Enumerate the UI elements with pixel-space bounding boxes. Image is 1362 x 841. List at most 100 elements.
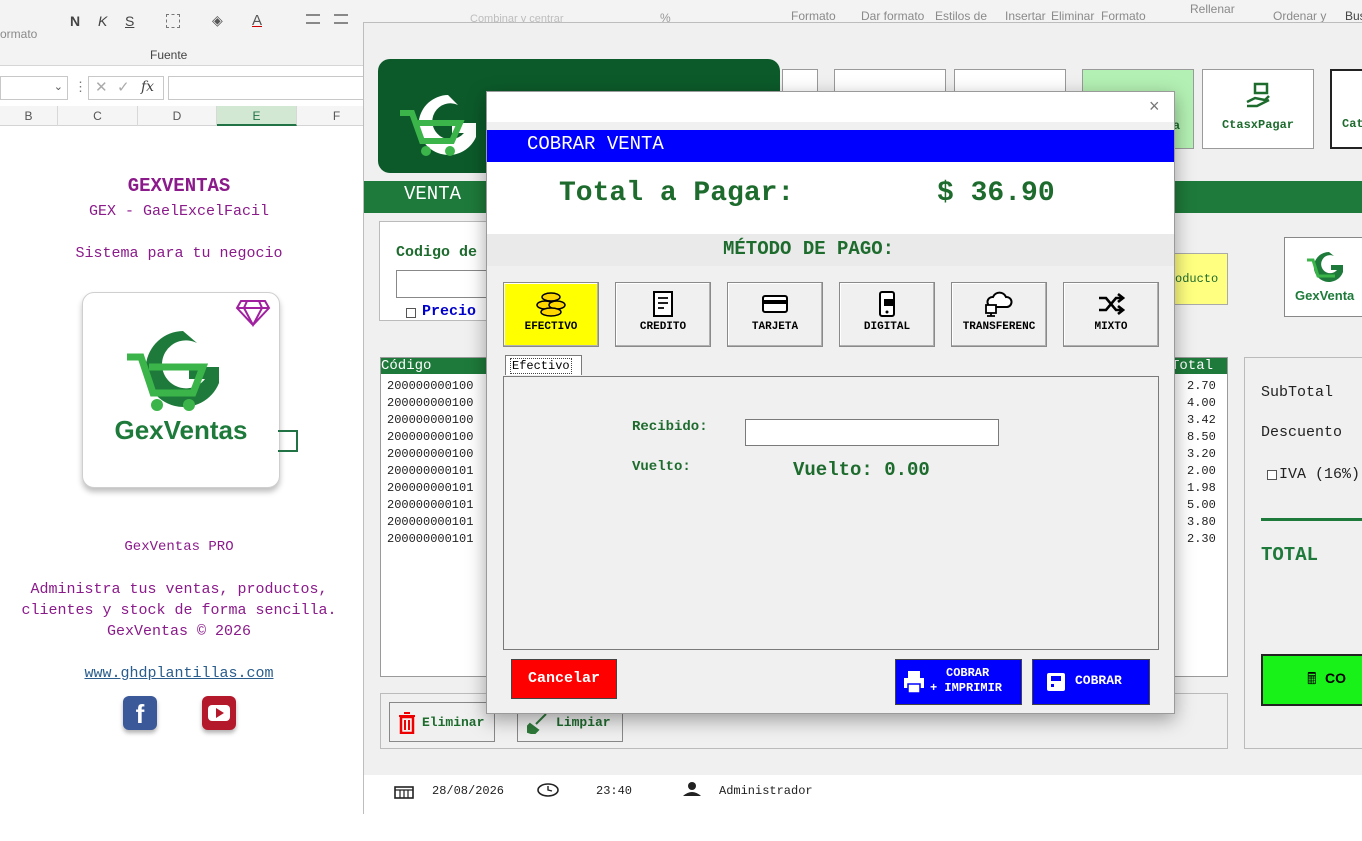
sheet-tagline: Sistema para tu negocio [75, 245, 283, 262]
name-box[interactable]: ⌄ [0, 76, 68, 100]
method-efectivo-button[interactable]: EFECTIVO [503, 282, 599, 347]
insert-function-button[interactable]: fx [141, 79, 154, 95]
small-logo: GexVenta [1284, 237, 1362, 317]
fill-button[interactable]: Rellenar [1190, 2, 1235, 16]
more-icon: ⋮ [74, 79, 87, 94]
font-color-icon[interactable]: A [252, 12, 262, 29]
gexventas-logo: GexVentas [82, 292, 280, 488]
method-label: MIXTO [1094, 321, 1128, 333]
receipt-icon [653, 291, 673, 317]
user-icon [683, 782, 701, 796]
sheet-title: GEXVENTAS [127, 175, 231, 197]
ctasxpagar-button[interactable]: CtasxPagar [1202, 69, 1314, 149]
descuento-label: Descuento [1261, 424, 1343, 441]
underline-button[interactable]: S [125, 13, 134, 29]
method-label: DIGITAL [863, 321, 911, 333]
tab-efectivo[interactable]: Efectivo [505, 355, 582, 375]
header-total: Total [1171, 358, 1214, 374]
method-tarjeta-button[interactable]: TARJETA [727, 282, 823, 347]
table-row[interactable]: 200000000101 [387, 497, 473, 514]
subtotal-label: SubTotal [1261, 384, 1334, 401]
cell-styles-button[interactable]: Estilos de [935, 9, 987, 23]
product-entry-panel: Codigo de Precio [379, 221, 500, 321]
method-transferencia-button[interactable]: TRANSFERENC [951, 282, 1047, 347]
cobrar-imprimir-button[interactable]: COBRAR + IMPRIMIR [895, 659, 1022, 705]
table-row[interactable]: 200000000101 [387, 463, 473, 480]
borders-icon[interactable] [166, 14, 180, 28]
cobrar-button[interactable]: COBRAR [1032, 659, 1150, 705]
ctasxpagar-label: CtasxPagar [1221, 118, 1294, 132]
printer-icon [904, 671, 924, 694]
table-cell-total: 3.80 [1187, 515, 1216, 529]
cobrar-main-button[interactable]: 🖩 CO [1261, 654, 1362, 706]
iva-label: IVA (16%) [1279, 466, 1361, 483]
calendar-icon [394, 786, 414, 799]
facebook-icon[interactable]: f [123, 696, 157, 730]
status-date: 28/08/2026 [432, 784, 505, 798]
dialog-header: × [487, 92, 1174, 122]
table-row[interactable]: 200000000100 [387, 378, 473, 395]
total-label: TOTAL [1261, 544, 1319, 566]
align-left-icon[interactable] [306, 14, 320, 24]
align-center-icon[interactable] [334, 14, 348, 24]
precio-checkbox[interactable] [406, 308, 416, 318]
cancel-entry-icon[interactable]: ✕ [95, 78, 108, 96]
delete-button[interactable]: Eliminar [1051, 9, 1094, 23]
format-as-table-button[interactable]: Dar formato [861, 9, 924, 23]
logo-text: GexVentas [114, 415, 248, 445]
formula-actions: ✕ ✓ fx [88, 76, 164, 100]
font-group-label: Fuente [150, 48, 188, 62]
column-header[interactable]: C [58, 106, 138, 126]
catalog-button[interactable]: Cat [1330, 69, 1362, 149]
website-link[interactable]: www.ghdplantillas.com [0, 665, 358, 682]
ribbon-format-label: ormato [0, 27, 38, 41]
format-button[interactable]: Formato [1101, 9, 1146, 23]
coins-icon [536, 292, 566, 317]
bold-button[interactable]: N [70, 13, 80, 29]
method-digital-button[interactable]: DIGITAL [839, 282, 935, 347]
banner-logo-icon [400, 95, 476, 156]
broom-icon [527, 713, 547, 734]
close-icon[interactable]: × [1149, 96, 1160, 117]
table-row[interactable]: 200000000100 [387, 446, 473, 463]
italic-button[interactable]: K [98, 13, 107, 29]
cancelar-button[interactable]: Cancelar [511, 659, 617, 699]
column-header-selected[interactable]: E [217, 106, 297, 126]
codigo-input[interactable] [396, 270, 500, 298]
method-credito-button[interactable]: CREDITO [615, 282, 711, 347]
table-row[interactable]: 200000000100 [387, 429, 473, 446]
table-cell-total: 8.50 [1187, 430, 1216, 444]
youtube-icon[interactable] [202, 696, 236, 730]
recibido-input[interactable] [745, 419, 999, 446]
method-mixto-button[interactable]: MIXTO [1063, 282, 1159, 347]
iva-checkbox[interactable] [1267, 470, 1277, 480]
table-row[interactable]: 200000000101 [387, 480, 473, 497]
table-row[interactable]: 200000000100 [387, 412, 473, 429]
find-button[interactable]: Bus [1345, 9, 1362, 23]
sort-button[interactable]: Ordenar y [1273, 9, 1326, 23]
selected-cell[interactable] [278, 430, 298, 452]
method-label: EFECTIVO [524, 321, 578, 333]
chevron-down-icon[interactable]: ⌄ [54, 80, 63, 93]
conditional-format-button[interactable]: Formato [791, 9, 836, 23]
worksheet: GEXVENTAS GEX - GaelExcelFacil Sistema p… [0, 126, 362, 841]
description-line-2: clientes y stock de forma sencilla. [21, 602, 337, 619]
cobrar-venta-dialog: × COBRAR VENTA Total a Pagar: $ 36.90 MÉ… [486, 91, 1175, 714]
method-label: CREDITO [639, 321, 687, 333]
cash-register-icon [1047, 673, 1065, 691]
column-header[interactable]: D [138, 106, 217, 126]
method-heading: MÉTODO DE PAGO: [723, 238, 895, 260]
efectivo-panel: Recibido: Vuelto: Vuelto: 0.00 [503, 376, 1159, 650]
credit-card-icon [762, 295, 788, 313]
table-row[interactable]: 200000000101 [387, 514, 473, 531]
column-header[interactable]: B [0, 106, 58, 126]
confirm-entry-icon[interactable]: ✓ [117, 78, 130, 96]
dialog-title: COBRAR VENTA [527, 133, 664, 155]
shuffle-icon [1099, 292, 1125, 316]
table-row[interactable]: 200000000101 [387, 531, 473, 548]
table-cell-total: 3.20 [1187, 447, 1216, 461]
insert-button[interactable]: Insertar [1005, 9, 1046, 23]
table-row[interactable]: 200000000100 [387, 395, 473, 412]
eliminar-button[interactable]: Eliminar [389, 702, 495, 742]
fill-color-icon[interactable]: ◈ [212, 12, 223, 29]
